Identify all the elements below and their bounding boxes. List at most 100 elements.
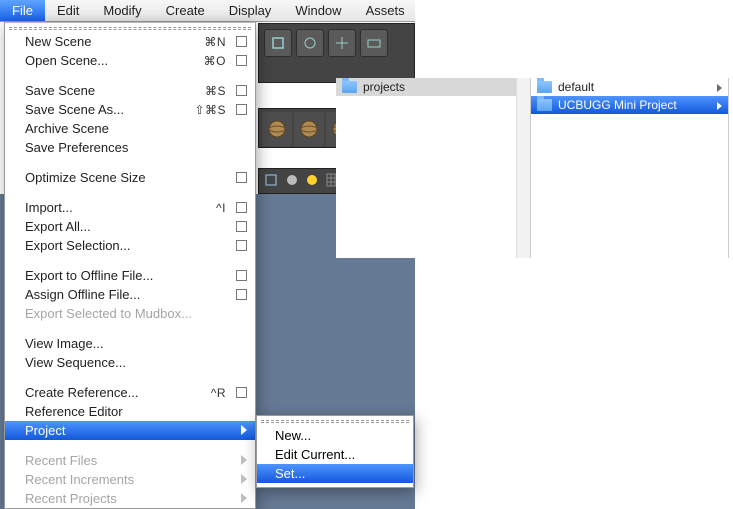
finder-column-browser: projects default UCBUGG Mini Project — [336, 78, 731, 258]
menu-item-shortcut: ⌘O — [204, 54, 226, 68]
browser-item-ucbugg[interactable]: UCBUGG Mini Project — [531, 96, 728, 114]
menu-window[interactable]: Window — [283, 0, 353, 21]
menu-item-export-selection[interactable]: Export Selection... — [5, 236, 255, 255]
menu-item-label: Export All... — [25, 219, 232, 234]
menu-item-save-preferences[interactable]: Save Preferences — [5, 138, 255, 157]
menu-item-label: Export Selected to Mudbox... — [25, 306, 247, 321]
menu-item-view-image[interactable]: View Image... — [5, 334, 255, 353]
browser-parent-folder[interactable]: projects — [336, 78, 530, 96]
menu-item-save-scene-as[interactable]: Save Scene As... ⇧⌘S — [5, 100, 255, 119]
menu-item-project[interactable]: Project — [5, 421, 255, 440]
chevron-right-icon — [717, 98, 722, 113]
options-box-icon[interactable] — [236, 202, 247, 213]
menu-modify[interactable]: Modify — [91, 0, 153, 21]
submenu-arrow-icon — [241, 453, 247, 468]
folder-label: UCBUGG Mini Project — [558, 98, 717, 112]
menu-item-optimize-scene-size[interactable]: Optimize Scene Size — [5, 168, 255, 187]
menu-item-recent-files: Recent Files — [5, 451, 255, 470]
menu-item-label: Reference Editor — [25, 404, 247, 419]
options-box-icon[interactable] — [236, 55, 247, 66]
folder-label: projects — [363, 80, 519, 94]
menu-item-reference-editor[interactable]: Reference Editor — [5, 402, 255, 421]
menu-edit[interactable]: Edit — [45, 0, 91, 21]
menu-item-shortcut: ^R — [211, 386, 226, 400]
menu-separator — [6, 445, 254, 446]
options-box-icon[interactable] — [236, 85, 247, 96]
menu-item-label: Export Selection... — [25, 238, 232, 253]
menu-item-label: Import... — [25, 200, 216, 215]
menu-separator — [6, 75, 254, 76]
menu-item-import[interactable]: Import... ^I — [5, 198, 255, 217]
menu-separator — [6, 162, 254, 163]
tear-off-handle[interactable] — [261, 420, 409, 423]
sphere-icon[interactable] — [285, 173, 299, 190]
submenu-item-new[interactable]: New... — [257, 426, 413, 445]
menu-item-label: Create Reference... — [25, 385, 211, 400]
menu-item-label: Recent Projects — [25, 491, 235, 506]
menu-item-label: Set... — [275, 466, 305, 481]
chevron-right-icon — [717, 80, 722, 95]
menu-assets[interactable]: Assets — [354, 0, 417, 21]
submenu-arrow-icon — [241, 423, 247, 438]
menu-item-archive-scene[interactable]: Archive Scene — [5, 119, 255, 138]
tool-button[interactable] — [360, 29, 388, 57]
options-box-icon[interactable] — [236, 270, 247, 281]
menu-item-assign-offline[interactable]: Assign Offline File... — [5, 285, 255, 304]
menu-item-view-sequence[interactable]: View Sequence... — [5, 353, 255, 372]
menu-item-label: Assign Offline File... — [25, 287, 232, 302]
menu-item-label: View Image... — [25, 336, 247, 351]
tool-button[interactable] — [328, 29, 356, 57]
shelf-item-sphere[interactable] — [262, 112, 292, 146]
menu-item-label: Project — [25, 423, 235, 438]
project-submenu: New... Edit Current... Set... — [256, 415, 414, 488]
menu-item-label: Archive Scene — [25, 121, 247, 136]
browser-column: default UCBUGG Mini Project — [531, 78, 729, 258]
menu-item-shortcut: ⌘N — [204, 35, 226, 49]
options-box-icon[interactable] — [236, 387, 247, 398]
folder-icon — [537, 81, 552, 93]
submenu-arrow-icon — [241, 491, 247, 506]
menu-item-new-scene[interactable]: New Scene ⌘N — [5, 32, 255, 51]
menu-item-shortcut: ⌘S — [205, 84, 226, 98]
file-menu: New Scene ⌘N Open Scene... ⌘O Save Scene… — [4, 22, 256, 509]
tear-off-handle[interactable] — [9, 27, 251, 30]
menu-item-label: New Scene — [25, 34, 204, 49]
menu-item-save-scene[interactable]: Save Scene ⌘S — [5, 81, 255, 100]
menu-item-label: Recent Increments — [25, 472, 235, 487]
menu-item-label: New... — [275, 428, 311, 443]
menu-item-open-scene[interactable]: Open Scene... ⌘O — [5, 51, 255, 70]
menu-file[interactable]: File — [0, 0, 45, 21]
options-box-icon[interactable] — [236, 289, 247, 300]
options-box-icon[interactable] — [236, 36, 247, 47]
menu-item-export-offline[interactable]: Export to Offline File... — [5, 266, 255, 285]
menu-item-recent-projects: Recent Projects — [5, 489, 255, 508]
menu-item-export-all[interactable]: Export All... — [5, 217, 255, 236]
submenu-item-edit-current[interactable]: Edit Current... — [257, 445, 413, 464]
menu-separator — [6, 328, 254, 329]
menu-display[interactable]: Display — [217, 0, 284, 21]
menu-item-recent-increments: Recent Increments — [5, 470, 255, 489]
folder-label: default — [558, 80, 717, 94]
options-box-icon[interactable] — [236, 104, 247, 115]
menu-item-label: Optimize Scene Size — [25, 170, 232, 185]
menu-item-create-reference[interactable]: Create Reference... ^R — [5, 383, 255, 402]
submenu-item-set[interactable]: Set... — [257, 464, 413, 483]
options-box-icon[interactable] — [236, 172, 247, 183]
cube-icon[interactable] — [263, 172, 279, 191]
options-box-icon[interactable] — [236, 221, 247, 232]
folder-icon — [342, 81, 357, 93]
browser-item-default[interactable]: default — [531, 78, 728, 96]
menu-item-label: View Sequence... — [25, 355, 247, 370]
menu-separator — [6, 377, 254, 378]
shelf-item-sphere[interactable] — [294, 112, 324, 146]
options-box-icon[interactable] — [236, 240, 247, 251]
menu-item-label: Recent Files — [25, 453, 235, 468]
tool-button[interactable] — [296, 29, 324, 57]
menubar: File Edit Modify Create Display Window A… — [0, 0, 415, 22]
menu-separator — [6, 260, 254, 261]
tool-button[interactable] — [264, 29, 292, 57]
scrollbar[interactable] — [516, 78, 530, 258]
menu-item-label: Save Scene — [25, 83, 205, 98]
light-icon[interactable] — [305, 173, 319, 190]
menu-create[interactable]: Create — [154, 0, 217, 21]
